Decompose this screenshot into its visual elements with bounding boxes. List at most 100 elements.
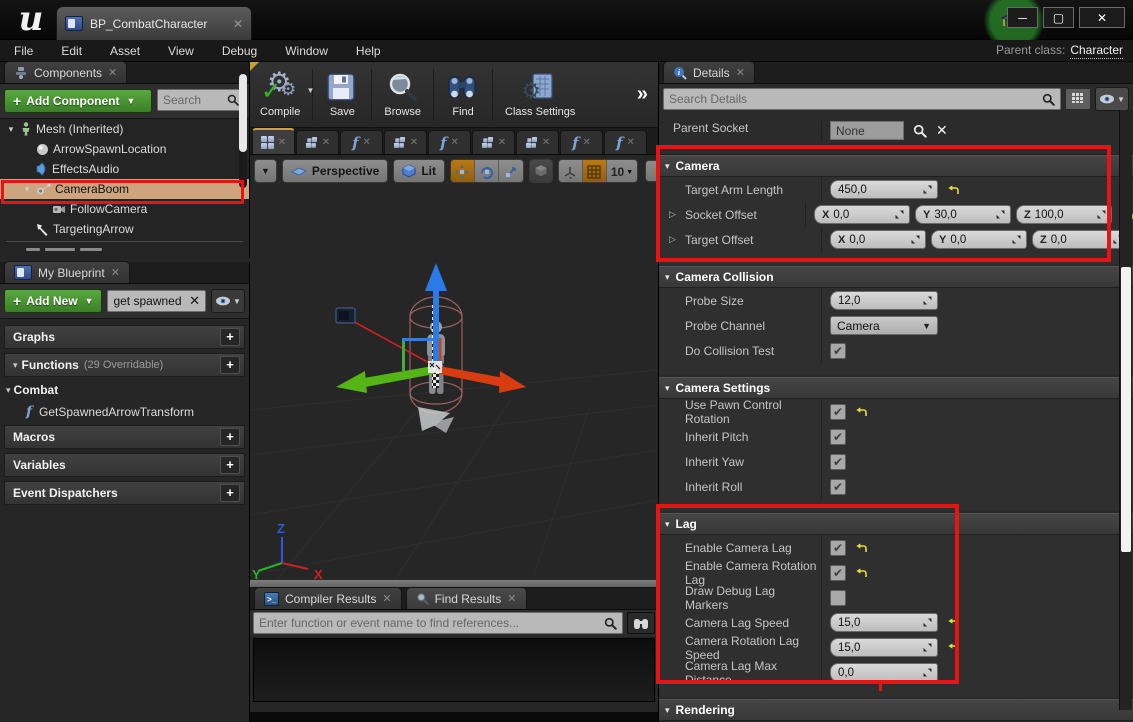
expander-icon[interactable]: ▷: [669, 209, 676, 220]
toolbar-overflow-chevron[interactable]: »: [637, 83, 648, 106]
viewport-options-button[interactable]: ▼: [254, 159, 277, 183]
chevron-down-icon[interactable]: ▼: [306, 86, 314, 95]
browse-button[interactable]: Browse: [374, 64, 431, 126]
tab-close-icon[interactable]: ✕: [507, 592, 516, 605]
components-scrollbar[interactable]: [239, 68, 247, 188]
function-item[interactable]: fGetSpawnedArrowTransform: [0, 401, 249, 423]
tab-compiler-results[interactable]: >_Compiler Results✕: [254, 587, 402, 609]
tab-close-icon[interactable]: ✕: [322, 137, 330, 148]
revert-arrow-icon[interactable]: [947, 618, 959, 628]
viewport-splitter[interactable]: [250, 579, 658, 588]
section-header[interactable]: ▾Camera Collision: [659, 266, 1133, 288]
close-button[interactable]: ✕: [1079, 7, 1125, 28]
components-search-input[interactable]: Search: [157, 89, 245, 111]
maximize-button[interactable]: ▢: [1043, 7, 1074, 28]
doc-tab-4[interactable]: f✕: [428, 130, 471, 154]
tab-close-icon[interactable]: ✕: [627, 137, 635, 148]
expander-icon[interactable]: ▷: [669, 234, 676, 245]
rotate-tool-button[interactable]: [475, 160, 499, 183]
find-in-blueprints-button[interactable]: [627, 612, 655, 634]
add-component-button[interactable]: + Add Component ▼: [4, 89, 152, 113]
tab-close-icon[interactable]: ✕: [736, 66, 745, 79]
find-button[interactable]: Find: [436, 64, 490, 126]
number-field-z[interactable]: Z0,0: [1032, 230, 1128, 249]
find-references-input[interactable]: Enter function or event name to find ref…: [253, 612, 623, 634]
add-macros-button[interactable]: +: [220, 428, 240, 446]
tab-close-icon[interactable]: ✕: [542, 137, 550, 148]
tree-item-targetingarrow[interactable]: TargetingArrow: [0, 219, 249, 239]
section-header[interactable]: ▾Rendering: [659, 699, 1133, 721]
parent-socket-value[interactable]: None: [830, 121, 904, 140]
expander-icon[interactable]: ▾: [22, 184, 32, 195]
clear-search-icon[interactable]: ✕: [189, 293, 200, 309]
tree-item-mesh-inherited-[interactable]: ▾ Mesh (Inherited): [0, 119, 249, 139]
my-blueprint-search-input[interactable]: get spawned ✕: [107, 290, 206, 312]
tab-details[interactable]: i Details ✕: [663, 61, 755, 83]
doc-tab-7[interactable]: f✕: [560, 130, 603, 154]
doc-tab-5[interactable]: ✕: [472, 130, 515, 154]
expander-icon[interactable]: ▾: [6, 124, 16, 135]
menu-asset[interactable]: Asset: [96, 44, 154, 58]
section-graphs[interactable]: Graphs +: [4, 325, 245, 349]
number-field-x[interactable]: X0,0: [830, 230, 926, 249]
number-field-y[interactable]: Y0,0: [931, 230, 1027, 249]
section-header[interactable]: ▾Camera Settings: [659, 377, 1133, 399]
doc-tab-0[interactable]: ✕: [252, 128, 295, 154]
compile-button[interactable]: ⚙⚙✓▼ Compile: [250, 64, 310, 126]
details-search-input[interactable]: Search Details: [663, 88, 1061, 110]
surface-snap-button[interactable]: [559, 160, 583, 183]
checkbox[interactable]: ✔: [830, 565, 846, 581]
tree-item-effectsaudio[interactable]: EffectsAudio: [0, 159, 249, 179]
number-field[interactable]: 15,0: [830, 638, 938, 657]
number-field-x[interactable]: X0,0: [814, 205, 910, 224]
checkbox[interactable]: ✔: [830, 404, 846, 420]
checkbox[interactable]: ✔: [830, 343, 846, 359]
translate-tool-button[interactable]: [451, 160, 475, 183]
doc-tab-2[interactable]: f✕: [340, 130, 383, 154]
number-field[interactable]: 12,0: [830, 291, 938, 310]
details-view-options-button[interactable]: ▼: [1095, 87, 1129, 111]
coordinate-space-button[interactable]: [529, 159, 553, 183]
menu-debug[interactable]: Debug: [208, 44, 271, 58]
camera-mode-button[interactable]: Perspective: [282, 159, 388, 183]
grid-snap-size-button[interactable]: 10▼: [607, 160, 637, 183]
section-header[interactable]: ▾Lag: [659, 513, 1133, 535]
revert-arrow-icon[interactable]: [855, 543, 867, 553]
class-settings-button[interactable]: ⚙ Class Settings: [495, 64, 585, 126]
visibility-filter-button[interactable]: ▼: [211, 289, 245, 313]
tab-close-icon[interactable]: ✕: [382, 592, 391, 605]
tree-item-followcamera[interactable]: FollowCamera: [0, 199, 249, 219]
minimize-button[interactable]: ─: [1007, 7, 1038, 28]
viewport-toolbar-overflow-button[interactable]: »: [645, 160, 658, 182]
section-event-dispatchers[interactable]: Event Dispatchers +: [4, 481, 245, 505]
checkbox[interactable]: ✔: [830, 429, 846, 445]
menu-window[interactable]: Window: [271, 44, 342, 58]
tab-close-icon[interactable]: ✕: [498, 137, 506, 148]
category-combat[interactable]: ▾Combat: [0, 379, 249, 401]
doc-tab-3[interactable]: ✕: [384, 130, 427, 154]
checkbox[interactable]: ✔: [830, 454, 846, 470]
add-event-dispatchers-button[interactable]: +: [220, 484, 240, 502]
doc-tab-8[interactable]: f✕: [604, 130, 647, 154]
scale-tool-button[interactable]: [499, 160, 523, 183]
revert-arrow-icon[interactable]: [947, 643, 959, 653]
section-macros[interactable]: Macros +: [4, 425, 245, 449]
viewport[interactable]: ▼ Perspective Lit: [250, 155, 658, 588]
tab-close-icon[interactable]: ✕: [108, 66, 117, 79]
checkbox[interactable]: [830, 590, 846, 606]
tab-close-icon[interactable]: ✕: [583, 137, 591, 148]
menu-help[interactable]: Help: [342, 44, 395, 58]
tab-close-icon[interactable]: ✕: [363, 137, 371, 148]
doc-tab-6[interactable]: ✕: [516, 130, 559, 154]
add-graphs-button[interactable]: +: [220, 328, 240, 346]
asset-tab[interactable]: BP_CombatCharacter ✕: [56, 6, 252, 40]
menu-file[interactable]: File: [0, 44, 47, 58]
number-field[interactable]: 15,0: [830, 613, 938, 632]
menu-edit[interactable]: Edit: [47, 44, 96, 58]
checkbox[interactable]: ✔: [830, 540, 846, 556]
number-field[interactable]: 0,0: [830, 663, 938, 682]
checkbox[interactable]: ✔: [830, 479, 846, 495]
property-matrix-button[interactable]: [1065, 88, 1091, 110]
revert-arrow-icon[interactable]: [947, 185, 959, 195]
expander-icon[interactable]: ▾: [6, 385, 11, 396]
